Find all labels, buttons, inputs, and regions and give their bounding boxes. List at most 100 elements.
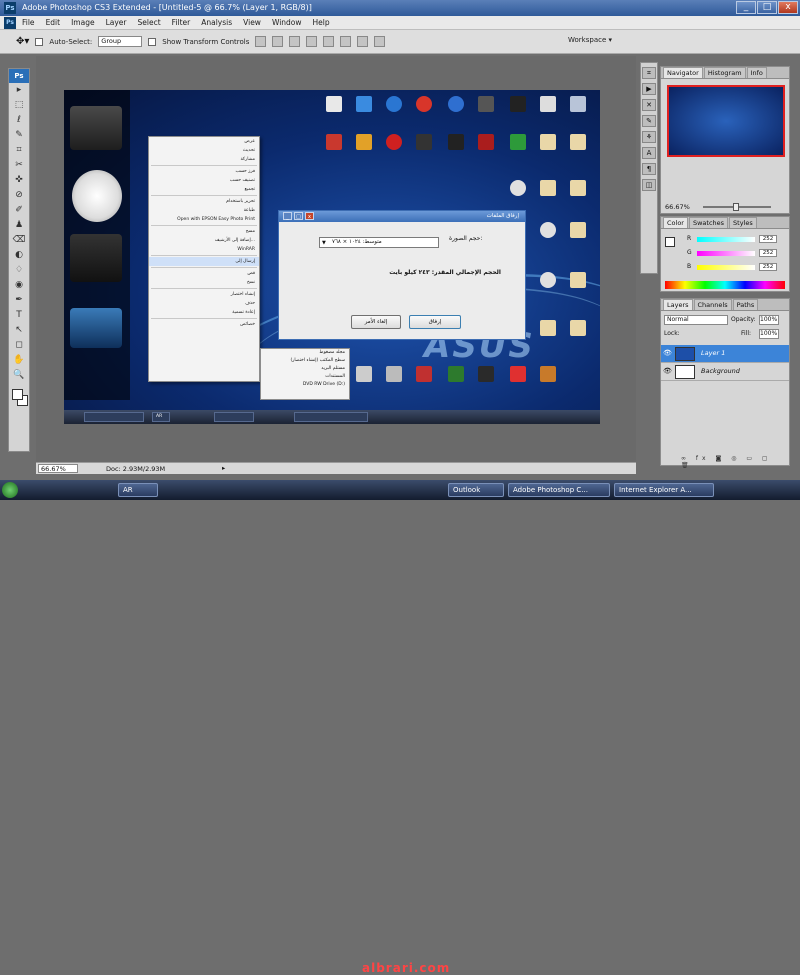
align-center-icon[interactable] bbox=[323, 36, 335, 47]
menu-help[interactable]: Help bbox=[313, 18, 330, 27]
menu-view[interactable]: View bbox=[243, 18, 261, 27]
tab-layers[interactable]: Layers bbox=[663, 299, 693, 310]
history-brush-icon[interactable]: ♟ bbox=[9, 218, 29, 233]
context-menu-item[interactable]: عرض bbox=[149, 137, 259, 146]
taskbar-item-ie[interactable]: Internet Explorer A... bbox=[614, 483, 714, 497]
context-menu-item[interactable]: تجميع bbox=[149, 185, 259, 194]
context-menu-item[interactable]: فرز حسب bbox=[149, 167, 259, 176]
zoom-slider-handle[interactable] bbox=[733, 203, 739, 211]
submenu-item[interactable]: مستلم البريد bbox=[261, 365, 349, 373]
tool-presets-icon[interactable]: ✕ bbox=[642, 99, 656, 111]
type-icon[interactable]: T bbox=[9, 308, 29, 323]
menu-layer[interactable]: Layer bbox=[106, 18, 127, 27]
tab-histogram[interactable]: Histogram bbox=[703, 67, 746, 78]
blend-mode-dropdown[interactable]: Normal bbox=[664, 315, 728, 325]
dodge-icon[interactable]: ◉ bbox=[9, 278, 29, 293]
fill-field[interactable]: 100% bbox=[759, 329, 779, 339]
distribute-icon[interactable] bbox=[357, 36, 369, 47]
tab-color[interactable]: Color bbox=[663, 217, 688, 228]
align-top-icon[interactable] bbox=[255, 36, 267, 47]
context-menu-item[interactable]: نسخ bbox=[149, 278, 259, 287]
character-panel-icon[interactable]: A bbox=[642, 147, 656, 159]
shape-icon[interactable]: ◻ bbox=[9, 338, 29, 353]
context-menu-send-to[interactable]: إرسال إلى bbox=[149, 257, 259, 266]
green-value[interactable]: 252 bbox=[759, 249, 777, 257]
start-button-icon[interactable] bbox=[2, 482, 18, 498]
context-menu-item[interactable]: Open with EPSON Easy Photo Print bbox=[149, 215, 259, 224]
paragraph-panel-icon[interactable]: ¶ bbox=[642, 163, 656, 175]
taskbar-item-photoshop[interactable]: Adobe Photoshop C... bbox=[508, 483, 610, 497]
crop-icon[interactable]: ⌗ bbox=[9, 143, 29, 158]
context-menu-item[interactable]: مشاركة bbox=[149, 155, 259, 164]
submenu-item[interactable]: المستندات bbox=[261, 373, 349, 381]
menu-analysis[interactable]: Analysis bbox=[201, 18, 232, 27]
attach-button[interactable]: إرفاق bbox=[409, 315, 461, 329]
dialog-close-button[interactable]: x bbox=[305, 212, 314, 220]
hand-icon[interactable]: ✋ bbox=[9, 353, 29, 368]
zoom-field[interactable]: 66.67% bbox=[38, 464, 78, 473]
slice-icon[interactable]: ✂ bbox=[9, 158, 29, 173]
layer-row-layer-1[interactable]: 👁 Layer 1 bbox=[661, 345, 789, 363]
menu-window[interactable]: Window bbox=[272, 18, 302, 27]
menu-select[interactable]: Select bbox=[138, 18, 161, 27]
auto-select-checkbox[interactable] bbox=[35, 37, 44, 46]
distribute-2-icon[interactable] bbox=[374, 36, 386, 47]
cancel-button[interactable]: إلغاء الأمر bbox=[351, 315, 401, 329]
close-button[interactable]: x bbox=[778, 1, 798, 14]
context-menu-item[interactable]: تصنيف حسب bbox=[149, 176, 259, 185]
context-menu-item[interactable]: تحرير باستخدام bbox=[149, 197, 259, 206]
pen-icon[interactable]: ✒ bbox=[9, 293, 29, 308]
workspace-button[interactable]: Workspace ▾ bbox=[568, 36, 612, 44]
gradient-icon[interactable]: ◐ bbox=[9, 248, 29, 263]
layers-footer-icons[interactable]: ∞ fx ◙ ◎ ▭ ▢ 🗑 bbox=[661, 455, 789, 469]
minimize-button[interactable]: _ bbox=[736, 1, 756, 14]
tab-navigator[interactable]: Navigator bbox=[663, 67, 703, 78]
navigator-zoom-slider[interactable] bbox=[703, 203, 771, 211]
menu-filter[interactable]: Filter bbox=[172, 18, 191, 27]
status-menu-arrow-icon[interactable]: ▸ bbox=[222, 464, 225, 472]
submenu-item[interactable]: سطح المكتب (إنشاء اختصار) bbox=[261, 357, 349, 365]
submenu-item[interactable]: DVD RW Drive (D:) bbox=[261, 381, 349, 389]
image-size-dropdown[interactable]: ▼ متوسط: ١٠٢٤ × ٧٦٨ bbox=[319, 237, 439, 248]
align-left-icon[interactable] bbox=[306, 36, 318, 47]
context-menu-item[interactable]: مسح bbox=[149, 227, 259, 236]
red-slider[interactable] bbox=[697, 237, 755, 242]
color-foreground-swatch[interactable] bbox=[665, 237, 675, 247]
eye-icon[interactable]: 👁 bbox=[663, 367, 673, 375]
zoom-icon[interactable]: 🔍 bbox=[9, 368, 29, 383]
tab-channels[interactable]: Channels bbox=[693, 299, 732, 310]
context-menu-item[interactable]: إضافة إلى الأرشيف... bbox=[149, 236, 259, 245]
quick-select-icon[interactable]: ✎ bbox=[9, 128, 29, 143]
healing-icon[interactable]: ✜ bbox=[9, 173, 29, 188]
taskbar-item-outlook[interactable]: Outlook bbox=[448, 483, 504, 497]
layer-comps-icon[interactable]: ◫ bbox=[642, 179, 656, 191]
move-icon[interactable]: ▸ bbox=[9, 83, 29, 98]
brushes-panel-icon[interactable]: ✎ bbox=[642, 115, 656, 127]
blue-slider[interactable] bbox=[697, 265, 755, 270]
submenu-item[interactable]: مجلد مضغوط bbox=[261, 349, 349, 357]
context-menu-item[interactable]: WinRAR bbox=[149, 245, 259, 254]
tab-info[interactable]: Info bbox=[746, 67, 767, 78]
blur-icon[interactable]: ♢ bbox=[9, 263, 29, 278]
stamp-icon[interactable]: ✐ bbox=[9, 203, 29, 218]
dialog-minimize-button[interactable]: _ bbox=[283, 212, 292, 220]
taskbar-item-ar[interactable]: AR bbox=[118, 483, 158, 497]
tab-swatches[interactable]: Swatches bbox=[688, 217, 729, 228]
dialog-maximize-button[interactable]: □ bbox=[294, 212, 303, 220]
context-menu-item[interactable]: تحديث bbox=[149, 146, 259, 155]
red-value[interactable]: 252 bbox=[759, 235, 777, 243]
menu-edit[interactable]: Edit bbox=[46, 18, 61, 27]
navigator-zoom-value[interactable]: 66.67% bbox=[665, 203, 690, 211]
blue-value[interactable]: 252 bbox=[759, 263, 777, 271]
clone-source-icon[interactable]: ⚘ bbox=[642, 131, 656, 143]
brush-icon[interactable]: ⊘ bbox=[9, 188, 29, 203]
document-canvas[interactable]: ASUS عرض تحديث مشاركة فرز حسب تصنيف حسب … bbox=[64, 90, 600, 424]
show-transform-checkbox[interactable] bbox=[148, 37, 157, 46]
marquee-icon[interactable]: ⬚ bbox=[9, 98, 29, 113]
auto-select-dropdown[interactable]: Group bbox=[98, 36, 143, 47]
history-panel-icon[interactable]: ⌗ bbox=[642, 67, 656, 79]
actions-panel-icon[interactable]: ▶ bbox=[642, 83, 656, 95]
tab-paths[interactable]: Paths bbox=[732, 299, 759, 310]
maximize-button[interactable]: □ bbox=[757, 1, 777, 14]
context-menu-item[interactable]: إعادة تسمية bbox=[149, 308, 259, 317]
